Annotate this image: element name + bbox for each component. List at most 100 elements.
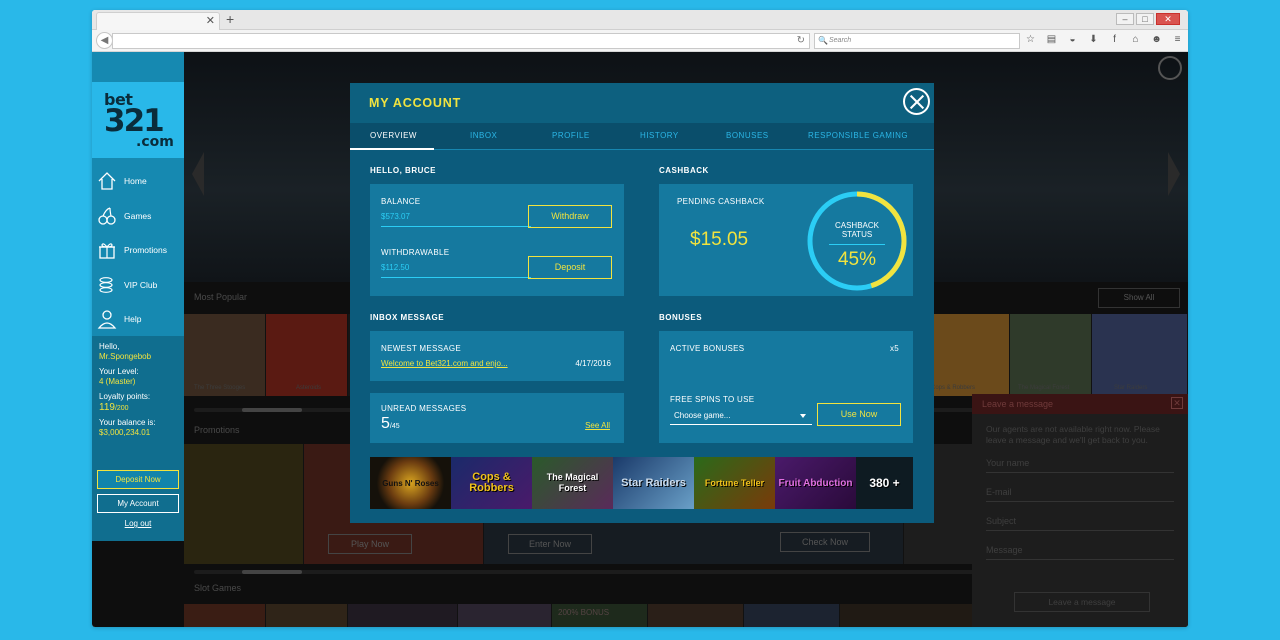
level-value: 4 (Master) xyxy=(99,377,136,386)
game-tile[interactable]: The Magical Forest xyxy=(532,457,613,509)
close-tab-icon[interactable]: ✕ xyxy=(206,14,215,27)
game-tile[interactable]: Fortune Teller xyxy=(694,457,775,509)
bookmark-star-icon[interactable]: ☆ xyxy=(1024,34,1037,45)
chevron-down-icon xyxy=(800,414,806,418)
message-field[interactable]: Message xyxy=(986,545,1174,560)
url-bar[interactable]: ↻ xyxy=(112,33,810,49)
leave-message-header[interactable]: Leave a message ✕ xyxy=(972,394,1188,414)
game-caption: Asteroids xyxy=(296,385,322,391)
close-icon[interactable] xyxy=(903,88,930,115)
bonuses-panel: ACTIVE BONUSES x5 FREE SPINS TO USE Choo… xyxy=(659,331,913,443)
cashback-title: CASHBACK xyxy=(659,166,709,175)
loyalty-value: 119/200 xyxy=(99,402,177,413)
hello-label: Hello, xyxy=(99,342,120,351)
sidebar-item-help[interactable]: Help xyxy=(92,302,184,337)
enter-now-button[interactable]: Enter Now xyxy=(508,534,592,554)
tab-profile[interactable]: PROFILE xyxy=(552,131,590,140)
scroll-thumb[interactable] xyxy=(242,408,302,412)
withdraw-button[interactable]: Withdraw xyxy=(528,205,612,228)
minimize-button[interactable]: – xyxy=(1116,13,1134,25)
play-now-button[interactable]: Play Now xyxy=(328,534,412,554)
deposit-button[interactable]: Deposit xyxy=(528,256,612,279)
search-placeholder: Search xyxy=(829,37,852,44)
game-tile-label: Guns N' Roses xyxy=(382,478,439,488)
person-icon xyxy=(96,309,118,329)
logout-link[interactable]: Log out xyxy=(92,519,184,528)
loyalty-points: 119 xyxy=(99,402,115,413)
check-now-button[interactable]: Check Now xyxy=(780,532,870,552)
home-icon xyxy=(96,171,118,191)
promotions-scrollbar[interactable] xyxy=(194,570,974,574)
deposit-now-button[interactable]: Deposit Now xyxy=(97,470,179,489)
facebook-icon[interactable]: f xyxy=(1108,34,1121,45)
menu-icon[interactable]: ≡ xyxy=(1171,34,1184,45)
scroll-thumb[interactable] xyxy=(242,570,302,574)
game-tile[interactable]: Star Raiders xyxy=(613,457,694,509)
download-icon[interactable]: ⬇ xyxy=(1087,34,1100,45)
browser-window: ✕ + – □ ✕ ◀ ↻ 🔍 Search ☆ ▤ ◒ ⬇ f ⌂ ☻ ≡ M… xyxy=(92,10,1188,627)
withdrawable-divider xyxy=(381,277,531,278)
browser-toolbar: ◀ ↻ 🔍 Search ☆ ▤ ◒ ⬇ f ⌂ ☻ ≡ xyxy=(92,30,1188,52)
my-account-button[interactable]: My Account xyxy=(97,494,179,513)
game-caption: The Three Stooges xyxy=(194,385,246,391)
newest-message-link[interactable]: Welcome to Bet321.com and enjo... xyxy=(381,359,508,368)
sidebar-item-home[interactable]: Home xyxy=(92,164,184,199)
use-now-button[interactable]: Use Now xyxy=(817,403,901,426)
game-tile-label: Star Raiders xyxy=(621,476,686,489)
leave-message-button[interactable]: Leave a message xyxy=(1014,592,1150,612)
game-caption: The Magical Forest xyxy=(1018,385,1070,391)
browser-tab[interactable]: ✕ xyxy=(96,12,220,30)
clipboard-icon[interactable]: ▤ xyxy=(1045,34,1058,45)
new-tab-icon[interactable]: + xyxy=(226,11,234,27)
show-all-button[interactable]: Show All xyxy=(1098,288,1180,308)
tab-history[interactable]: HISTORY xyxy=(640,131,679,140)
bonus-tile-caption: 200% BONUS xyxy=(558,608,610,617)
email-field[interactable]: E-mail xyxy=(986,487,1174,502)
tab-bonuses[interactable]: BONUSES xyxy=(726,131,769,140)
game-tile[interactable]: Guns N' Roses xyxy=(370,457,451,509)
balance-label: BALANCE xyxy=(381,197,421,206)
chat-icon[interactable]: ☻ xyxy=(1150,34,1163,45)
tab-responsible-gaming[interactable]: RESPONSIBLE GAMING xyxy=(808,131,908,140)
name-field[interactable]: Your name xyxy=(986,458,1174,473)
see-all-link[interactable]: See All xyxy=(585,421,610,430)
withdrawable-value: $112.50 xyxy=(381,263,410,272)
maximize-button[interactable]: □ xyxy=(1136,13,1154,25)
free-spins-label: FREE SPINS TO USE xyxy=(670,395,755,404)
site-logo[interactable]: bet 321 .com xyxy=(92,82,184,158)
promotions-title: Promotions xyxy=(194,425,240,435)
back-icon[interactable]: ◀ xyxy=(96,32,113,49)
tab-overview[interactable]: OVERVIEW xyxy=(370,131,417,140)
account-tabs: OVERVIEW INBOX PROFILE HISTORY BONUSES R… xyxy=(350,123,934,150)
sidebar-item-vip-club[interactable]: VIP Club xyxy=(92,268,184,303)
balance-value: $3,000,234.01 xyxy=(99,428,151,437)
sidebar-item-label: VIP Club xyxy=(124,279,158,290)
tab-strip: ✕ + – □ ✕ xyxy=(92,10,1188,30)
carousel-next-icon[interactable] xyxy=(1168,152,1180,196)
carousel-prev-icon[interactable] xyxy=(192,152,204,196)
withdrawable-label: WITHDRAWABLE xyxy=(381,248,450,257)
active-tab-indicator xyxy=(350,148,434,150)
sidebar-item-promotions[interactable]: Promotions xyxy=(92,233,184,268)
more-games-tile[interactable]: 380 + xyxy=(856,457,913,509)
home-icon[interactable]: ⌂ xyxy=(1129,34,1142,45)
active-bonuses-count: x5 xyxy=(889,344,899,353)
close-icon[interactable]: ✕ xyxy=(1171,397,1183,409)
coins-icon xyxy=(96,275,118,295)
subject-field[interactable]: Subject xyxy=(986,516,1174,531)
game-tile[interactable]: Cops & Robbers xyxy=(451,457,532,509)
tab-inbox[interactable]: INBOX xyxy=(470,131,497,140)
sidebar-item-games[interactable]: Games xyxy=(92,199,184,234)
browser-search-input[interactable]: 🔍 Search xyxy=(814,33,1020,49)
window-close-button[interactable]: ✕ xyxy=(1156,13,1180,25)
pocket-icon[interactable]: ◒ xyxy=(1066,34,1079,45)
sidebar-item-label: Promotions xyxy=(124,245,167,256)
user-info-panel: Hello, Mr.Spongebob Your Level: 4 (Maste… xyxy=(92,336,184,541)
site-search-icon[interactable] xyxy=(1158,56,1182,80)
reload-icon[interactable]: ↻ xyxy=(797,35,805,46)
sidebar-item-label: Help xyxy=(124,314,142,325)
choose-game-select[interactable]: Choose game... xyxy=(670,407,812,425)
sidebar-item-label: Home xyxy=(124,176,147,187)
most-popular-title: Most Popular xyxy=(194,292,248,302)
game-tile[interactable]: Fruit Abduction xyxy=(775,457,856,509)
